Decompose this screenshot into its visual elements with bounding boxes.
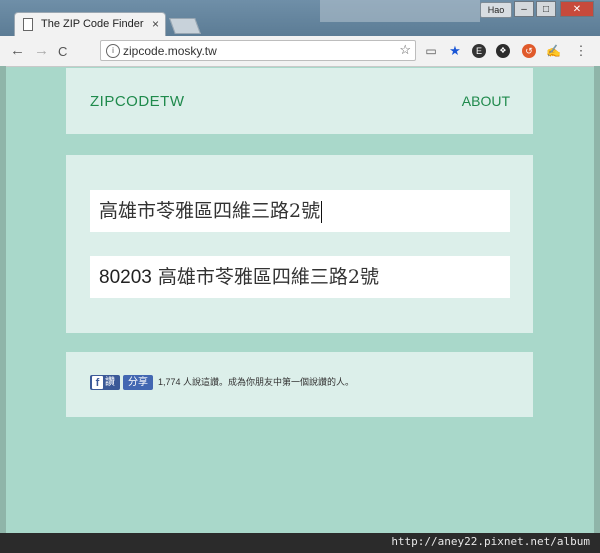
new-tab-button[interactable] [169,18,201,34]
browser-toolbar: ← → C i zipcode.mosky.tw ☆ ▭ ★ E ❖ ↺ ✍ ⋮ [0,36,600,67]
facebook-share-button[interactable]: 分享 [123,375,153,390]
menu-icon[interactable]: ⋮ [574,44,588,58]
facebook-icon: f [92,376,103,389]
like-count-text: 1,774 人說這讚。成為你朋友中第一個說讚的人。 [158,377,355,387]
address-value: 高雄市苓雅區四維三路2號 [99,200,321,222]
title-bar: The ZIP Code Finder fo × Hao – □ ✕ [0,0,600,37]
left-border [0,66,6,533]
page-icon [23,18,33,31]
url-text: zipcode.mosky.tw [123,44,217,58]
right-border [594,66,600,533]
minimize-button[interactable]: – [514,1,534,17]
watermark-bar: http://aney22.pixnet.net/album [0,533,600,553]
browser-window: The ZIP Code Finder fo × Hao – □ ✕ ← → C… [0,0,600,553]
extension-star-icon[interactable]: ★ [448,44,462,58]
reload-button[interactable]: C [58,44,67,59]
extension-badge-icon[interactable]: ↺ [522,44,536,58]
back-button[interactable]: ← [10,42,25,59]
text-cursor [321,201,323,223]
close-window-button[interactable]: ✕ [560,1,594,17]
evernote-icon[interactable]: ❖ [496,44,510,58]
profile-button[interactable]: Hao [480,2,512,18]
like-label: 讚 [105,377,115,388]
about-link[interactable]: ABOUT [462,93,510,109]
forward-button[interactable]: → [34,42,49,59]
watermark-text: http://aney22.pixnet.net/album [391,535,590,548]
facebook-like-button[interactable]: f讚 [90,375,120,390]
maximize-button[interactable]: □ [536,1,556,17]
zip-code: 80203 [99,267,152,288]
address-input[interactable]: 高雄市苓雅區四維三路2號 [90,190,510,232]
social-panel: f讚 分享 1,774 人說這讚。成為你朋友中第一個說讚的人。 [66,352,533,417]
address-bar[interactable]: i zipcode.mosky.tw ☆ [100,40,416,61]
result-field[interactable]: 80203 高雄市苓雅區四維三路2號 [90,256,510,298]
extension-icon[interactable]: E [472,44,486,58]
lookup-form: 高雄市苓雅區四維三路2號 80203 高雄市苓雅區四維三路2號 [66,155,533,333]
result-address: 高雄市苓雅區四維三路2號 [157,266,379,288]
close-tab-icon[interactable]: × [152,17,159,31]
brand-link[interactable]: ZIPCODETW [90,93,185,110]
background-window [320,0,480,22]
bookmark-star-icon[interactable]: ☆ [399,42,411,58]
info-icon[interactable]: i [106,44,120,58]
browser-tab[interactable]: The ZIP Code Finder fo × [14,12,166,37]
tab-title: The ZIP Code Finder fo [41,18,145,30]
signature-icon[interactable]: ✍ [546,44,561,58]
site-header: ZIPCODETW ABOUT [66,68,533,134]
cast-icon[interactable]: ▭ [424,44,438,58]
